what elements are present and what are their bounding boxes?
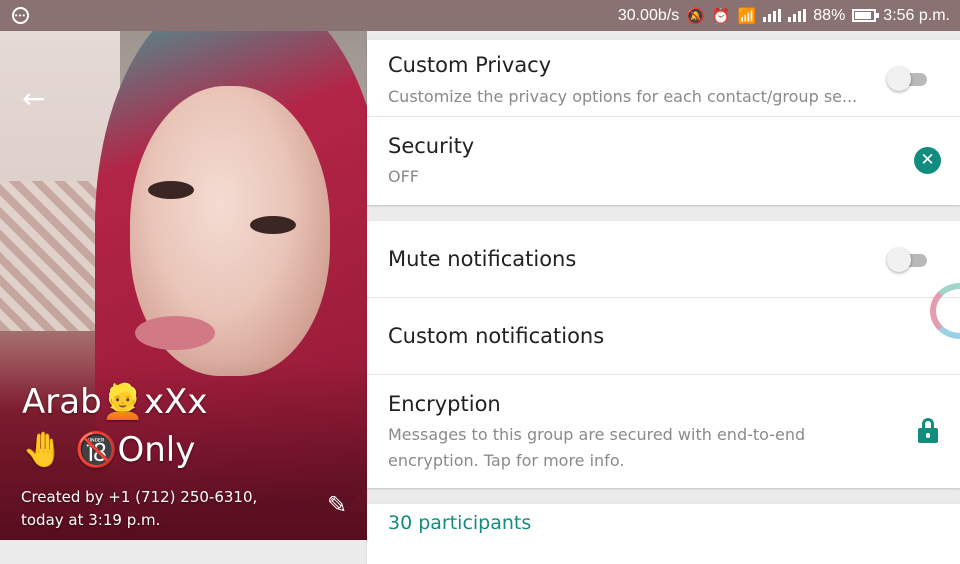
custom-privacy-toggle[interactable] [887,67,929,91]
clock: 3:56 p.m. [883,6,950,24]
close-circle-icon[interactable]: ✕ [914,147,941,174]
mute-notifications-row[interactable]: Mute notifications [367,221,960,298]
group-name: Arab👱xXx 🤚 🔞Only [22,378,352,474]
encryption-title: Encryption [388,392,501,416]
photo-lips [135,316,215,350]
toggle-thumb [887,67,911,91]
photo-eye [148,181,194,199]
battery-percent: 88% [813,6,846,24]
group-info-panel: Custom Privacy Customize the privacy opt… [367,31,960,564]
status-bar: ••• 30.00b/s 🔕 ⏰ 📶 88% 3:56 p.m. [0,0,960,31]
notification-dots-icon: ••• [12,7,29,24]
photo-eye [250,216,296,234]
participants-count[interactable]: 30 participants [388,512,531,534]
lock-icon [918,418,938,444]
group-name-line: 🤚 🔞Only [22,430,196,470]
security-title: Security [388,134,475,158]
custom-privacy-title: Custom Privacy [388,53,552,77]
pencil-icon[interactable]: ✎ [322,490,352,520]
privacy-card: Custom Privacy Customize the privacy opt… [367,40,960,205]
notifications-card: Mute notifications Custom notifications … [367,221,960,488]
encryption-description-line: encryption. Tap for more info. [388,451,625,470]
wifi-icon: 📶 [737,7,757,25]
security-value: OFF [388,167,419,186]
participants-card: 30 participants [367,504,960,564]
back-arrow-icon[interactable]: ← [22,85,52,113]
lock-keyhole [926,433,930,438]
battery-icon [852,9,880,22]
custom-notifications-row[interactable]: Custom notifications [367,298,960,375]
signal-icon [788,9,807,22]
security-row[interactable]: Security OFF ✕ [367,117,960,205]
toggle-thumb [887,248,911,272]
mute-notifications-toggle[interactable] [887,248,929,272]
status-bar-indicators: 30.00b/s 🔕 ⏰ 📶 88% 3:56 p.m. [618,0,950,31]
photo-background-pattern [0,181,110,331]
created-by-text: Created by +1 (712) 250-6310, today at 3… [21,486,321,532]
mute-notifications-title: Mute notifications [388,247,577,271]
mute-icon: 🔕 [686,7,705,25]
group-name-line: Arab👱xXx [22,382,208,422]
battery-fill [855,12,872,19]
alarm-icon: ⏰ [711,7,731,25]
network-speed: 30.00b/s [617,6,680,24]
encryption-description-line: Messages to this group are secured with … [388,425,806,444]
encryption-row[interactable]: Encryption Messages to this group are se… [367,375,960,488]
custom-privacy-row[interactable]: Custom Privacy Customize the privacy opt… [367,40,960,117]
custom-privacy-subtitle: Customize the privacy options for each c… [388,87,858,106]
signal-icon [763,9,782,22]
created-at-line: today at 3:19 p.m. [21,511,161,529]
created-by-line: Created by +1 (712) 250-6310, [21,488,258,506]
group-photo[interactable]: ← Arab👱xXx 🤚 🔞Only Created by +1 (712) 2… [0,31,367,540]
custom-notifications-title: Custom notifications [388,324,605,348]
